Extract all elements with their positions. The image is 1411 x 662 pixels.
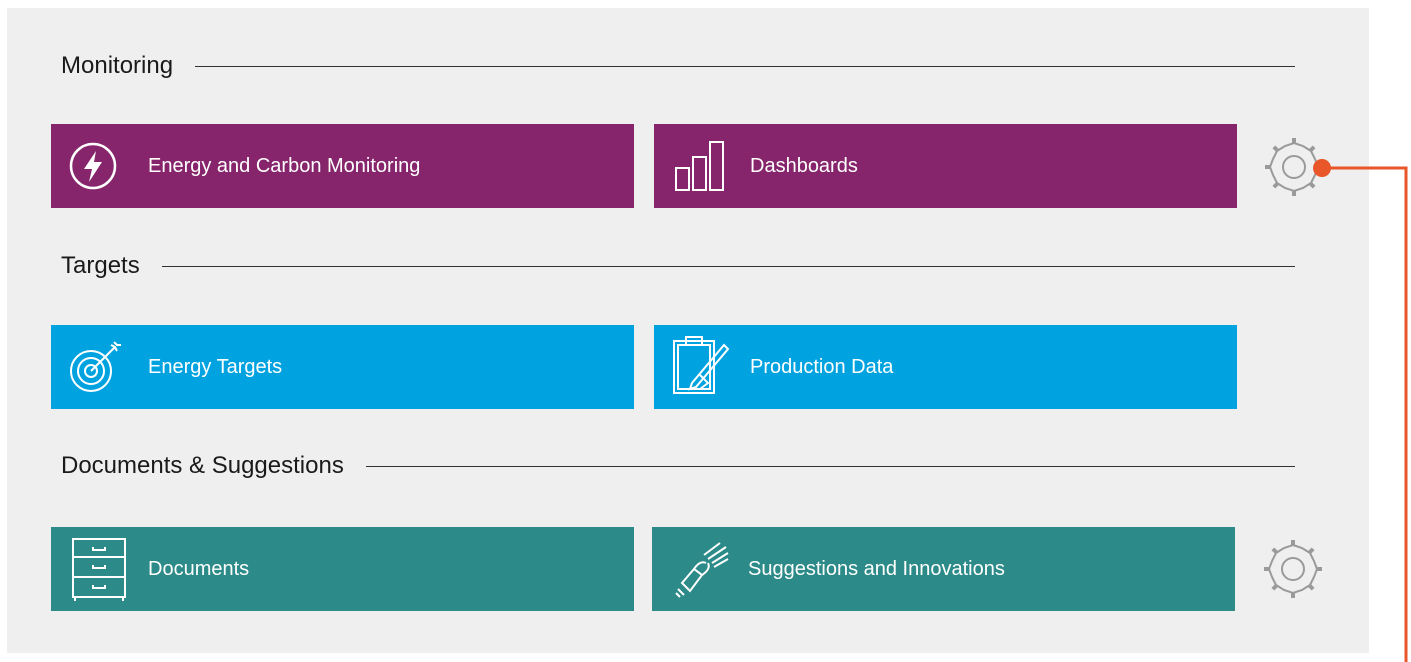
lightbulb-icon: [668, 537, 732, 601]
section-divider: [365, 465, 1295, 467]
target-icon: [67, 339, 125, 395]
bar-chart-icon: [672, 138, 732, 194]
tile-label: Energy and Carbon Monitoring: [148, 154, 421, 177]
tile-suggestions-innovations[interactable]: Suggestions and Innovations: [652, 527, 1235, 611]
tile-label: Suggestions and Innovations: [748, 557, 1005, 580]
tile-label: Production Data: [750, 355, 894, 378]
section-divider: [195, 65, 1295, 67]
tile-energy-carbon-monitoring[interactable]: Energy and Carbon Monitoring: [51, 124, 634, 208]
tile-label: Documents: [148, 557, 250, 580]
tile-dashboards[interactable]: Dashboards: [654, 124, 1237, 208]
section-header-targets: Targets: [61, 251, 1295, 281]
tile-energy-targets[interactable]: Energy Targets: [51, 325, 634, 409]
cabinet-icon: [69, 535, 129, 603]
lightning-icon: [69, 142, 117, 190]
section-title-documents: Documents & Suggestions: [61, 452, 344, 479]
section-divider: [161, 265, 1295, 267]
section-header-documents: Documents & Suggestions: [61, 451, 1295, 481]
section-title-targets: Targets: [61, 252, 140, 279]
gear-icon[interactable]: [1264, 137, 1324, 197]
section-header-monitoring: Monitoring: [61, 51, 1295, 81]
clipboard-icon: [670, 335, 734, 399]
tile-documents[interactable]: Documents: [51, 527, 634, 611]
tile-label: Dashboards: [750, 154, 858, 177]
section-title-monitoring: Monitoring: [61, 52, 174, 79]
gear-icon[interactable]: [1263, 539, 1323, 599]
tile-production-data[interactable]: Production Data: [654, 325, 1237, 409]
tile-label: Energy Targets: [148, 355, 283, 378]
